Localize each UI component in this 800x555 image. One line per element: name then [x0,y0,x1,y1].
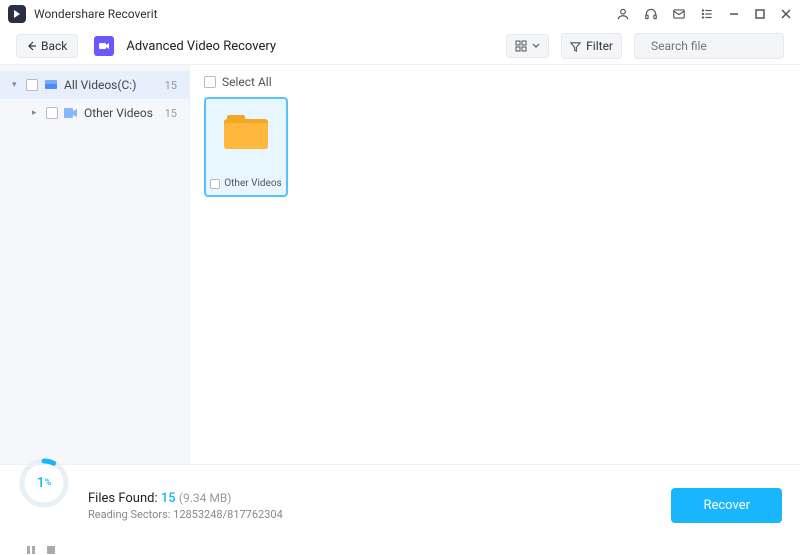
sidebar-item-count: 15 [165,79,181,92]
sidebar: ▾ All Videos(C:) 15 ▸ Other Videos 15 [0,65,190,464]
back-button[interactable]: Back [16,34,78,58]
drive-icon [44,78,58,92]
arrow-left-icon [27,41,37,51]
tile-label: Other Videos [224,178,281,189]
pause-button[interactable] [26,545,36,555]
account-icon[interactable] [616,7,630,21]
headset-icon[interactable] [644,7,658,21]
tile-label-row: Other Videos [210,178,281,195]
sidebar-item-all-videos[interactable]: ▾ All Videos(C:) 15 [0,71,189,99]
titlebar-buttons [616,7,792,21]
sidebar-item-label: Other Videos [84,106,153,120]
footer: 1% Files Found: 15 (9.34 MB) Reading Sec… [0,464,800,546]
progress-controls [26,545,56,555]
app-title: Wondershare Recoverit [34,7,158,21]
page-title: Advanced Video Recovery [126,39,276,54]
mail-icon[interactable] [672,7,686,21]
stop-button[interactable] [46,545,56,555]
minimize-button[interactable] [728,8,740,20]
checkbox[interactable] [210,179,220,189]
back-label: Back [41,39,67,53]
close-button[interactable] [780,8,792,20]
sidebar-item-label: All Videos(C:) [64,78,136,92]
select-all-label: Select All [222,75,272,89]
recover-button[interactable]: Recover [671,488,782,523]
progress-percent: 1% [18,457,70,509]
main-panel: Select All Other Videos [190,65,800,464]
filter-label: Filter [586,39,613,53]
checkbox[interactable] [26,79,38,91]
toolbar: Back Advanced Video Recovery Filter [0,28,800,64]
chevron-down-icon[interactable]: ▾ [12,80,22,90]
sidebar-item-count: 15 [165,107,181,120]
scan-stats: Files Found: 15 (9.34 MB) Reading Sector… [88,491,657,521]
list-icon[interactable] [700,7,714,21]
select-all-row[interactable]: Select All [204,75,786,89]
maximize-button[interactable] [754,8,766,20]
reading-sectors: Reading Sectors: 12853248/817762304 [88,508,657,521]
view-toggle-button[interactable] [506,34,549,58]
search-box[interactable] [634,33,784,59]
folder-icon [224,113,268,149]
sidebar-item-other-videos[interactable]: ▸ Other Videos 15 [0,99,189,127]
content: ▾ All Videos(C:) 15 ▸ Other Videos 15 Se… [0,64,800,464]
search-input[interactable] [651,39,800,53]
grid-icon [515,40,527,52]
folder-tile[interactable]: Other Videos [204,97,288,197]
files-found-line: Files Found: 15 (9.34 MB) [88,491,657,506]
checkbox[interactable] [204,76,216,88]
checkbox[interactable] [46,107,58,119]
chevron-right-icon[interactable]: ▸ [32,108,42,118]
advanced-video-icon [94,36,114,56]
progress-ring: 1% [18,457,70,509]
filter-button[interactable]: Filter [561,33,622,59]
app-logo [8,5,26,23]
titlebar: Wondershare Recoverit [0,0,800,28]
video-icon [64,106,78,120]
filter-icon [570,41,581,52]
chevron-down-icon [532,42,540,50]
